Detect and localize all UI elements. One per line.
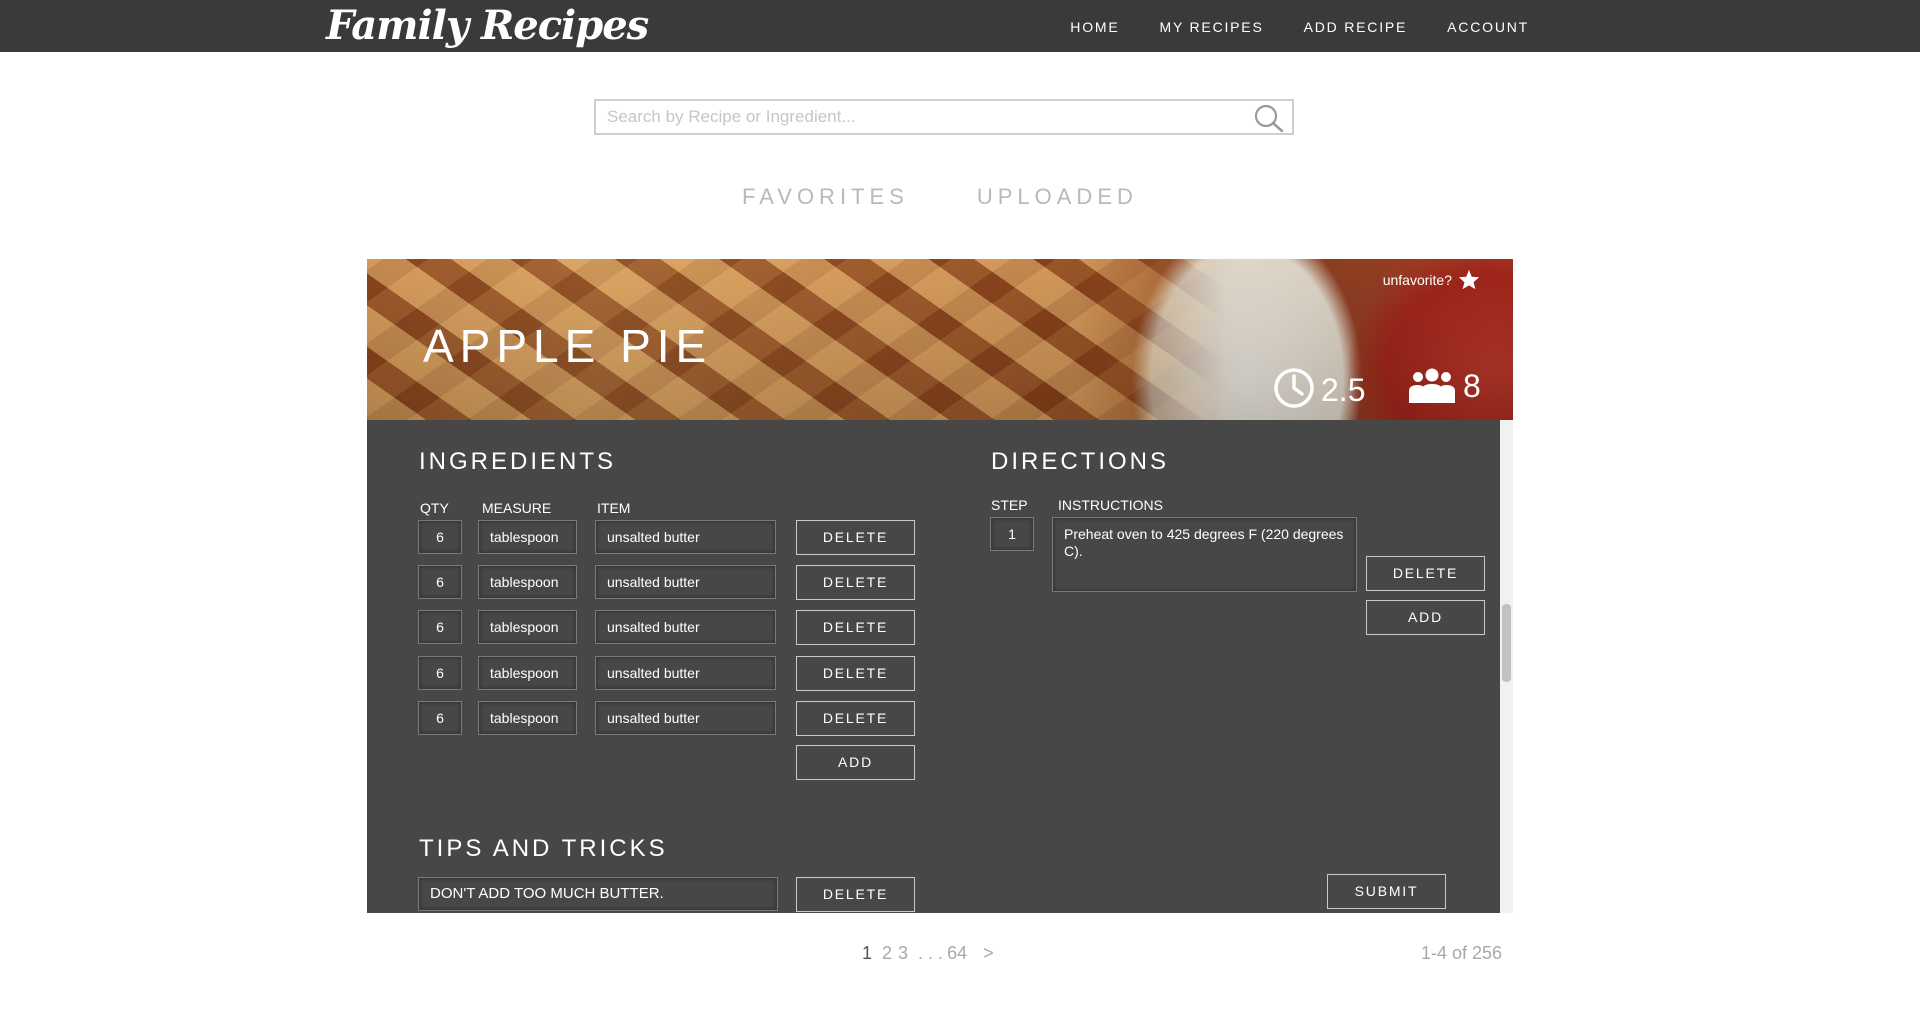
servings: 8	[1407, 367, 1481, 405]
search-icon[interactable]	[1254, 104, 1284, 132]
instruction-textarea[interactable]: Preheat oven to 425 degrees F (220 degre…	[1052, 517, 1357, 592]
step-header: STEP	[991, 497, 1028, 513]
main-nav: HOME MY RECIPES ADD RECIPE ACCOUNT	[1070, 19, 1529, 35]
unfavorite-label: unfavorite?	[1382, 271, 1452, 288]
delete-ingredient-button[interactable]: DELETE	[796, 610, 915, 645]
delete-step-button[interactable]: DELETE	[1366, 556, 1485, 591]
star-icon[interactable]	[1458, 269, 1480, 290]
add-ingredient-button[interactable]: ADD	[796, 745, 915, 780]
servings-value: 8	[1463, 368, 1481, 404]
ingredient-item-input[interactable]: unsalted butter	[595, 520, 776, 554]
directions-title: DIRECTIONS	[991, 448, 1170, 475]
ingredient-measure-input[interactable]: tablespoon	[478, 610, 577, 644]
tab-favorites[interactable]: FAVORITES	[742, 184, 909, 210]
ingredient-item-input[interactable]: unsalted butter	[595, 565, 776, 599]
delete-ingredient-button[interactable]: DELETE	[796, 565, 915, 600]
page-link-2[interactable]: 2	[882, 943, 892, 964]
ingredient-measure-input[interactable]: tablespoon	[478, 520, 577, 554]
cook-time-value: 2.5	[1321, 372, 1366, 408]
recipe-card: APPLE PIE unfavorite? 2.5 8 INGREDIENTS …	[367, 259, 1513, 913]
search-input[interactable]	[596, 101, 1236, 133]
delete-ingredient-button[interactable]: DELETE	[796, 701, 915, 736]
recipe-edit-panel: INGREDIENTS QTY MEASURE ITEM 6 tablespoo…	[367, 420, 1500, 913]
submit-button[interactable]: SUBMIT	[1327, 874, 1446, 909]
delete-tip-button[interactable]: DELETE	[796, 877, 915, 912]
ingredients-title: INGREDIENTS	[419, 448, 617, 475]
nav-account-link[interactable]: ACCOUNT	[1447, 19, 1529, 35]
page-link-1[interactable]: 1	[862, 943, 872, 964]
nav-add-recipe-link[interactable]: ADD RECIPE	[1304, 19, 1408, 35]
add-step-button[interactable]: ADD	[1366, 600, 1485, 635]
ingredient-qty-input[interactable]: 6	[418, 520, 462, 554]
people-icon	[1409, 368, 1455, 403]
delete-ingredient-button[interactable]: DELETE	[796, 656, 915, 691]
ingredient-measure-input[interactable]: tablespoon	[478, 565, 577, 599]
cook-time: 2.5	[1273, 367, 1365, 409]
recipe-hero-image: APPLE PIE unfavorite? 2.5 8	[367, 259, 1513, 420]
step-number-input[interactable]: 1	[990, 517, 1034, 551]
instructions-header: INSTRUCTIONS	[1058, 497, 1163, 513]
ingredient-qty-input[interactable]: 6	[418, 701, 462, 735]
top-nav-bar: Family Recipes HOME MY RECIPES ADD RECIP…	[0, 0, 1920, 52]
recipe-title: APPLE PIE	[423, 320, 713, 372]
page-link-3: 3	[898, 943, 909, 963]
ingredient-item-input[interactable]: unsalted butter	[595, 610, 776, 644]
item-header: ITEM	[597, 500, 631, 516]
tab-uploaded[interactable]: UPLOADED	[977, 184, 1138, 210]
page-link-64[interactable]: 64	[947, 943, 967, 964]
unfavorite-toggle[interactable]: unfavorite?	[1383, 269, 1480, 290]
nav-my-recipes-link[interactable]: MY RECIPES	[1159, 19, 1263, 35]
next-page-link[interactable]: >	[983, 943, 994, 964]
search-box	[594, 99, 1294, 135]
results-count: 1-4 of 256	[1420, 943, 1502, 963]
panel-scrollbar-thumb[interactable]	[1502, 604, 1511, 682]
ingredient-qty-input[interactable]: 6	[418, 656, 462, 690]
tips-title: TIPS AND TRICKS	[419, 835, 668, 862]
ingredient-qty-input[interactable]: 6	[418, 565, 462, 599]
recipe-tabs: FAVORITES UPLOADED	[742, 184, 1138, 210]
measure-header: MEASURE	[482, 500, 552, 516]
pagination: 1 2 3 . . . 64 >	[862, 943, 994, 964]
delete-ingredient-button[interactable]: DELETE	[796, 520, 915, 555]
ingredient-item-input[interactable]: unsalted butter	[595, 701, 776, 735]
tip-input[interactable]: DON'T ADD TOO MUCH BUTTER.	[418, 877, 778, 911]
clock-icon	[1274, 368, 1314, 408]
page-ellipsis: . . .	[918, 943, 944, 963]
ingredient-measure-input[interactable]: tablespoon	[478, 701, 577, 735]
ingredient-measure-input[interactable]: tablespoon	[478, 656, 577, 690]
ingredient-qty-input[interactable]: 6	[418, 610, 462, 644]
qty-header: QTY	[420, 500, 449, 516]
ingredient-item-input[interactable]: unsalted butter	[595, 656, 776, 690]
nav-home-link[interactable]: HOME	[1070, 19, 1119, 35]
app-logo[interactable]: Family Recipes	[326, 2, 649, 49]
